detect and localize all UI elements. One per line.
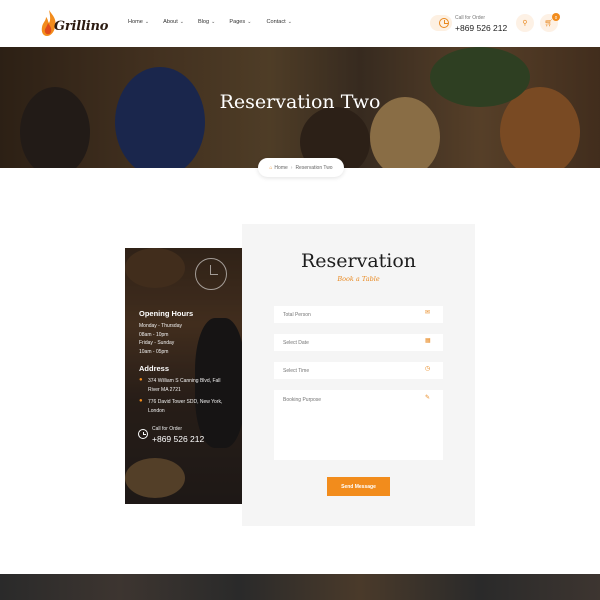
select-date-input[interactable] xyxy=(274,334,443,351)
opening-hours-heading: Opening Hours xyxy=(139,309,194,318)
call-phone[interactable]: +869 526 212 xyxy=(152,434,204,444)
clock-icon xyxy=(430,15,452,31)
main-nav: Home ⌄ About ⌄ Blog ⌄ Pages ⌄ Contact ⌄ xyxy=(128,19,292,25)
nav-home-label: Home xyxy=(128,19,143,25)
cart-count-badge: 0 xyxy=(552,13,560,21)
order-label: Call for Order xyxy=(455,15,486,21)
next-section-image-strip xyxy=(0,574,600,600)
page-hero-banner: Reservation Two xyxy=(0,47,600,168)
calendar-icon: ▦ xyxy=(425,338,431,344)
nav-home[interactable]: Home ⌄ xyxy=(128,19,149,25)
header-order-info[interactable]: Call for Order +869 526 212 xyxy=(430,12,510,34)
page-title: Reservation Two xyxy=(219,91,381,113)
alarm-clock-icon xyxy=(195,258,227,290)
opening-info-panel xyxy=(125,248,242,504)
hours-line: 08am - 10pm xyxy=(139,331,169,338)
order-phone[interactable]: +869 526 212 xyxy=(455,23,507,33)
search-button[interactable]: ⚲ xyxy=(516,14,534,32)
address-heading: Address xyxy=(139,364,170,373)
breadcrumb-current: Reservation Two xyxy=(295,164,333,171)
nav-about[interactable]: About ⌄ xyxy=(163,19,184,25)
address-line-2: 776 David Tower SDD, New York, London xyxy=(148,399,223,414)
cart-icon: 🛒︎ xyxy=(544,20,554,27)
home-icon: ⌂ xyxy=(269,164,273,171)
send-message-button[interactable]: Send Message xyxy=(327,477,390,496)
phone-icon xyxy=(138,429,148,439)
address-line-1: 374 William S Canning Blvd, Fall River M… xyxy=(148,378,221,393)
chevron-down-icon: ⌄ xyxy=(247,19,252,25)
brand-logo[interactable]: Grillino xyxy=(40,9,108,39)
nav-pages[interactable]: Pages ⌄ xyxy=(229,19,251,25)
nav-about-label: About xyxy=(163,19,178,25)
nav-pages-label: Pages xyxy=(229,19,246,25)
breadcrumb-home-link[interactable]: Home xyxy=(274,165,287,171)
hours-line: Friday - Sunday xyxy=(139,340,175,346)
total-person-input[interactable] xyxy=(274,306,443,323)
form-subtitle: Book a Table xyxy=(337,275,380,283)
mail-icon: ✉ xyxy=(425,310,431,316)
pencil-icon: ✎ xyxy=(425,395,431,401)
clock-icon: ◷ xyxy=(425,366,431,372)
chevron-down-icon: ⌄ xyxy=(179,19,184,25)
map-pin-icon: ● xyxy=(139,377,143,383)
brand-name: Grillino xyxy=(54,19,109,34)
search-icon: ⚲ xyxy=(522,20,528,27)
panel-overlay xyxy=(125,248,242,504)
nav-contact[interactable]: Contact ⌄ xyxy=(266,19,291,25)
breadcrumb-separator: › xyxy=(290,164,293,171)
chevron-down-icon: ⌄ xyxy=(287,19,292,25)
chevron-down-icon: ⌄ xyxy=(211,19,216,25)
booking-purpose-textarea[interactable] xyxy=(274,390,443,460)
map-pin-icon: ● xyxy=(139,398,143,404)
nav-blog[interactable]: Blog ⌄ xyxy=(198,19,215,25)
call-label: Call for Order xyxy=(152,426,183,432)
breadcrumb: ⌂ Home › Reservation Two xyxy=(258,158,344,177)
site-header: Grillino Home ⌄ About ⌄ Blog ⌄ Pages ⌄ Conta… xyxy=(0,0,600,47)
nav-contact-label: Contact xyxy=(266,19,286,25)
chevron-down-icon: ⌄ xyxy=(144,19,150,25)
select-time-input[interactable] xyxy=(274,362,443,379)
nav-blog-label: Blog xyxy=(197,19,210,25)
form-title: Reservation xyxy=(300,250,417,272)
hours-line: Monday - Thursday xyxy=(139,323,182,329)
hours-line: 10am - 05pm xyxy=(139,348,169,355)
